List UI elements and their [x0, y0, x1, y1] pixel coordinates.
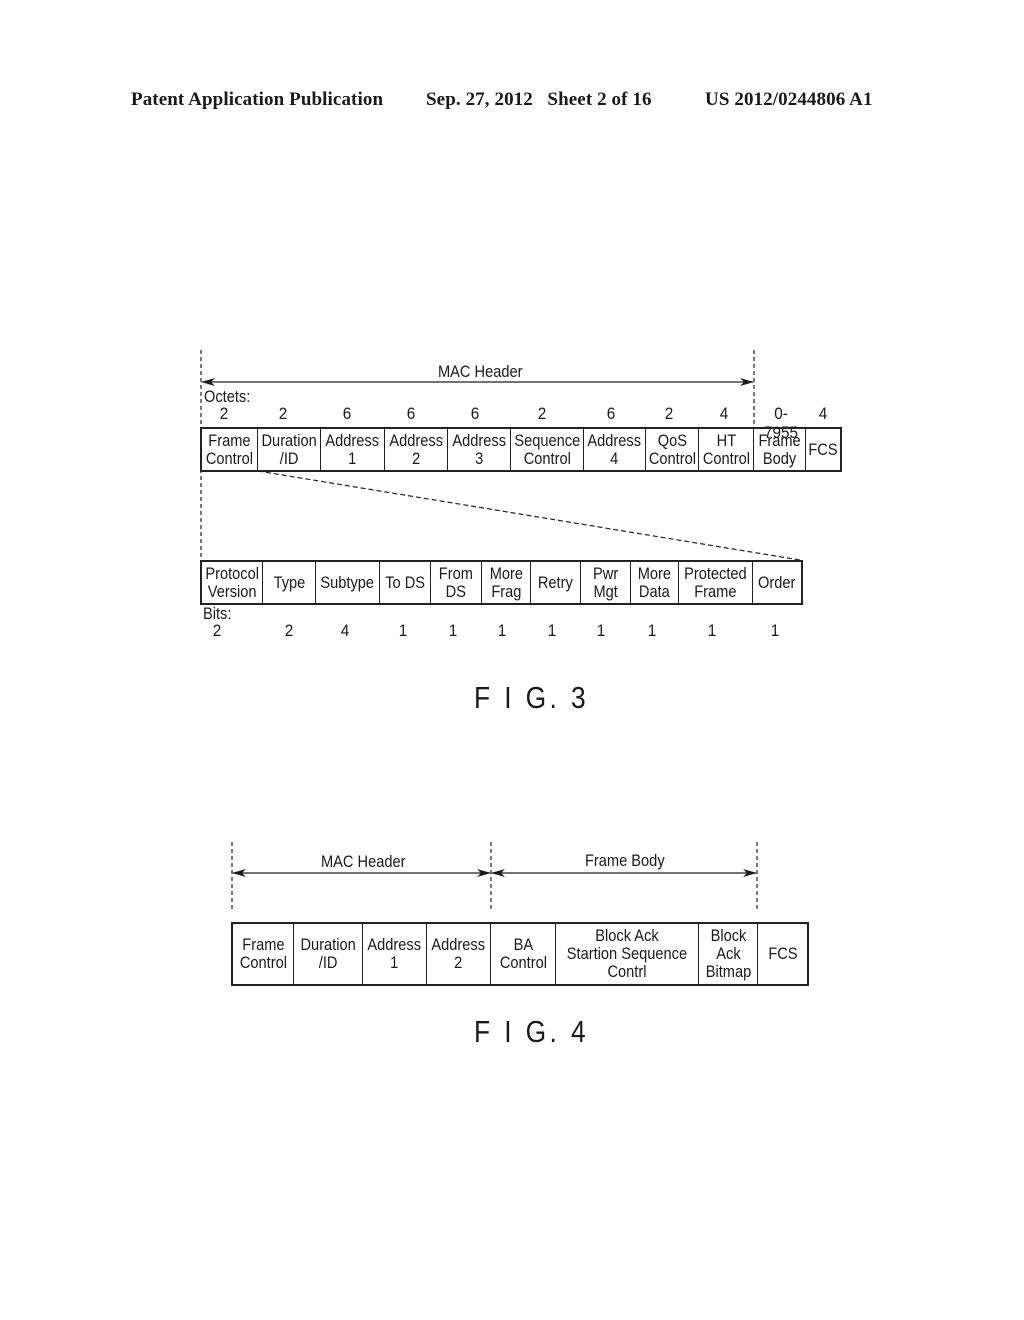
fig3-field-cell: Duration /ID [257, 427, 321, 472]
fig3-fc-field-cell: Retry [530, 560, 581, 605]
fig4-field-cell-label: Duration /ID [300, 935, 356, 972]
fig3-fc-field-cell-label: Retry [538, 572, 573, 592]
fig4-field-cell: Block Ack Startion Sequence Contrl [555, 922, 699, 986]
fig4-caption: F I G. 4 [474, 1014, 590, 1049]
fig3-fc-field-cell-label: To DS [385, 572, 425, 592]
fig3-fc-field-cell: Pwr Mgt [580, 560, 631, 605]
fig4-field-cell: FCS [757, 922, 809, 986]
fig3-fc-field-cell: Type [262, 560, 316, 605]
fig3-fc-field-cell: Subtype [315, 560, 380, 605]
fig4-field-cell-label: BA Control [499, 935, 547, 972]
fig3-fc-field-cell: Protocol Version [200, 560, 263, 605]
fig4-field-cell-label: Address 2 [431, 935, 486, 972]
fig3-mac-header-label: MAC Header [438, 362, 523, 381]
fig3-field-cell-label: FCS [808, 439, 838, 459]
fig3-bit-value: 1 [647, 621, 657, 640]
fig3-field-cell-label: QoS Control [648, 430, 696, 468]
fig3-octet-value: 6 [342, 404, 352, 423]
fig3-field-cell: HT Control [698, 427, 754, 472]
fig3-fc-field-cell: To DS [379, 560, 431, 605]
fig3-fc-field-cell-label: Order [758, 572, 796, 592]
fig3-fc-field-cell-label: Pwr Mgt [592, 563, 619, 601]
fig3-octet-value: 6 [606, 404, 616, 423]
fig3-field-cell: Address 2 [384, 427, 448, 472]
fig3-bit-value: 1 [398, 621, 408, 640]
fig4-field-cell: Block Ack Bitmap [698, 922, 758, 986]
fig3-field-cell-label: Sequence Control [514, 430, 580, 468]
fig3-bit-value: 2 [212, 621, 222, 640]
fig4-field-cell-label: Address 1 [367, 935, 422, 972]
diagram-lines [200, 350, 801, 912]
fig3-bit-value: 1 [547, 621, 557, 640]
fig4-field-cell-label: Frame Control [239, 935, 287, 972]
fig3-field-cell-label: Duration /ID [261, 430, 317, 468]
fig3-field-cell-label: Frame Body [758, 430, 801, 468]
fig3-bit-value: 2 [284, 621, 294, 640]
fig3-bit-value: 4 [340, 621, 350, 640]
fig3-fc-field-cell: Order [752, 560, 803, 605]
fig3-fc-field-cell-label: Protected Frame [684, 563, 747, 601]
fig3-field-cell: Sequence Control [510, 427, 584, 472]
fig3-fc-field-cell: From DS [430, 560, 482, 605]
fig3-field-cell: Address 3 [447, 427, 511, 472]
fig3-fc-field-cell-label: From DS [438, 563, 474, 601]
fig3-fc-field-cell-label: Type [273, 572, 305, 592]
fig3-octet-value: 6 [470, 404, 480, 423]
fig3-octet-value: 6 [406, 404, 416, 423]
fig3-field-cell-label: Address 2 [389, 430, 443, 468]
fig3-octet-value: 2 [219, 404, 229, 423]
fig3-field-cell: QoS Control [645, 427, 699, 472]
fig3-fc-field-cell: More Frag [481, 560, 531, 605]
fig3-fc-field-cell-label: More Frag [489, 563, 523, 601]
fig3-octet-value: 4 [818, 404, 828, 423]
fig4-mac-header-label: MAC Header [321, 852, 406, 871]
fig3-caption: F I G. 3 [474, 680, 590, 715]
fig3-octet-value: 4 [719, 404, 729, 423]
fig3-bit-value: 1 [707, 621, 717, 640]
fig4-field-cell-label: FCS [767, 944, 798, 963]
fig3-field-cell-label: Frame Control [205, 430, 254, 468]
fig4-field-cell-label: Block Ack Bitmap [705, 926, 751, 981]
fig3-field-cell-label: Address 3 [452, 430, 506, 468]
fig3-field-cell: Address 1 [320, 427, 385, 472]
fig3-field-cell-label: HT Control [702, 430, 750, 468]
fig4-field-cell: Address 2 [426, 922, 491, 986]
fig3-field-cell: Frame Body [753, 427, 806, 472]
fig3-octet-value: 2 [537, 404, 547, 423]
fig4-field-cell: Duration /ID [293, 922, 363, 986]
fig3-octet-value: 2 [278, 404, 288, 423]
fig3-bit-value: 1 [497, 621, 507, 640]
fig4-field-cell: BA Control [490, 922, 556, 986]
fig4-frame-body-label: Frame Body [585, 851, 665, 870]
fig3-bit-value: 1 [448, 621, 458, 640]
fig3-field-cell: FCS [805, 427, 842, 472]
fig3-fc-field-cell-label: Subtype [320, 572, 375, 592]
fig4-field-cell: Frame Control [231, 922, 294, 986]
fig3-field-cell: Frame Control [200, 427, 258, 472]
fig3-field-cell: Address 4 [583, 427, 646, 472]
fig3-bit-value: 1 [770, 621, 780, 640]
fig3-fc-field-cell-label: More Data [637, 563, 672, 601]
fig3-octet-value: 2 [664, 404, 674, 423]
fig3-fc-field-cell-label: Protocol Version [205, 563, 259, 601]
fig3-field-cell-label: Address 4 [587, 430, 642, 468]
fig3-bit-value: 1 [596, 621, 606, 640]
fig3-field-cell-label: Address 1 [325, 430, 380, 468]
fig3-fc-field-cell: Protected Frame [678, 560, 753, 605]
fig3-fc-field-cell: More Data [630, 560, 679, 605]
fig4-field-cell-label: Block Ack Startion Sequence Contrl [566, 926, 688, 981]
fig4-field-cell: Address 1 [362, 922, 427, 986]
fig3-expansion-line [257, 470, 801, 561]
